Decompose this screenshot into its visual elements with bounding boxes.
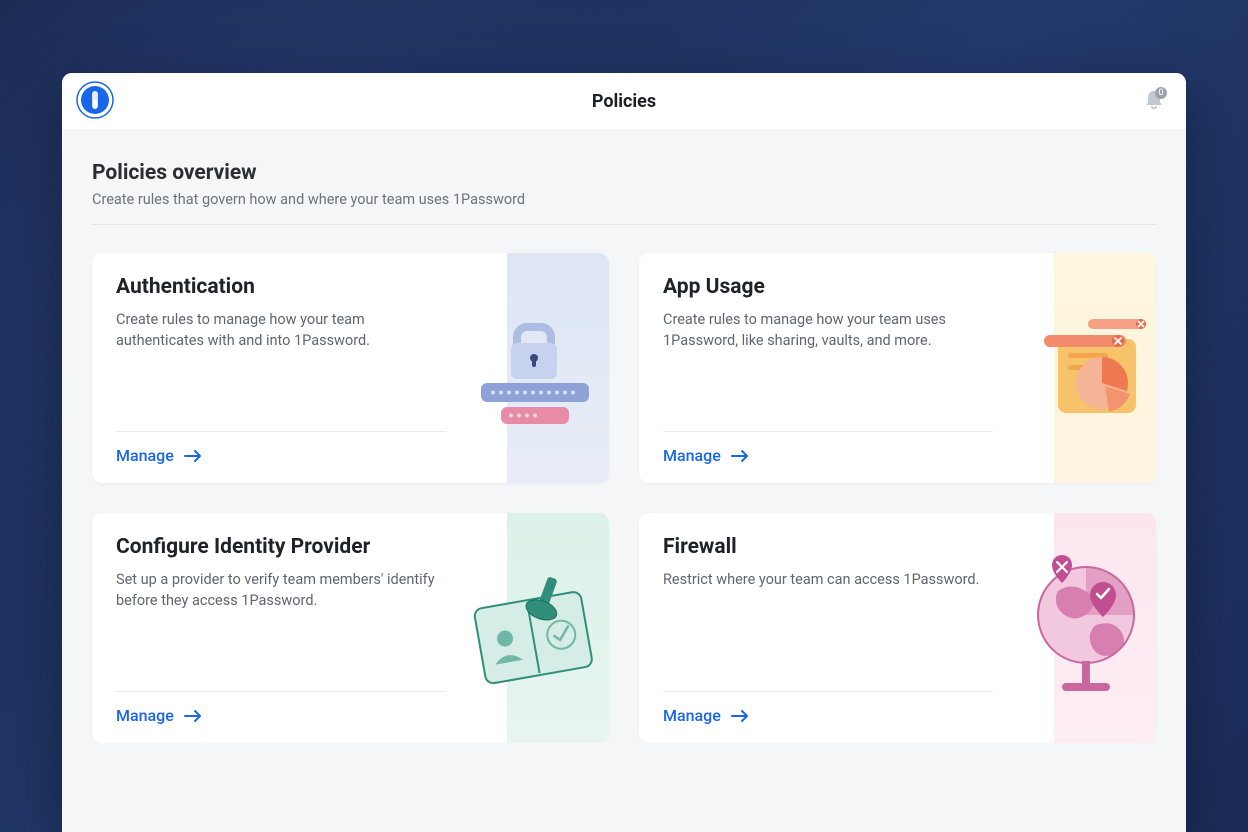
app-logo-icon (76, 81, 114, 123)
notification-count-badge: 0 (1155, 87, 1167, 99)
arrow-right-icon (184, 449, 202, 463)
manage-label: Manage (663, 706, 721, 725)
arrow-right-icon (184, 709, 202, 723)
policy-card-authentication: Authentication Create rules to manage ho… (92, 253, 609, 483)
manage-button[interactable]: Manage (116, 706, 202, 725)
manage-label: Manage (663, 446, 721, 465)
card-description: Set up a provider to verify team members… (116, 569, 446, 611)
card-description: Restrict where your team can access 1Pas… (663, 569, 993, 590)
manage-label: Manage (116, 446, 174, 465)
page-title: Policies (592, 91, 656, 112)
manage-button[interactable]: Manage (663, 706, 749, 725)
notifications-button[interactable]: 0 (1144, 89, 1164, 115)
manage-button[interactable]: Manage (663, 446, 749, 465)
card-title: Configure Identity Provider (116, 535, 585, 559)
section-divider (92, 224, 1156, 225)
card-title: Authentication (116, 275, 585, 299)
policy-card-app-usage: App Usage Create rules to manage how you… (639, 253, 1156, 483)
arrow-right-icon (731, 449, 749, 463)
manage-label: Manage (116, 706, 174, 725)
app-window: Policies 0 Policies overview Create rule… (62, 73, 1186, 832)
topbar: Policies 0 (62, 73, 1186, 131)
policy-card-firewall: Firewall Restrict where your team can ac… (639, 513, 1156, 743)
arrow-right-icon (731, 709, 749, 723)
card-description: Create rules to manage how your team use… (663, 309, 993, 351)
card-description: Create rules to manage how your team aut… (116, 309, 446, 351)
card-title: App Usage (663, 275, 1132, 299)
policy-cards-grid: Authentication Create rules to manage ho… (92, 253, 1156, 743)
overview-subtitle: Create rules that govern how and where y… (92, 191, 1156, 224)
policy-card-identity-provider: Configure Identity Provider Set up a pro… (92, 513, 609, 743)
manage-button[interactable]: Manage (116, 446, 202, 465)
content-area: Policies overview Create rules that gove… (62, 131, 1186, 743)
overview-heading: Policies overview (92, 161, 1156, 185)
card-title: Firewall (663, 535, 1132, 559)
